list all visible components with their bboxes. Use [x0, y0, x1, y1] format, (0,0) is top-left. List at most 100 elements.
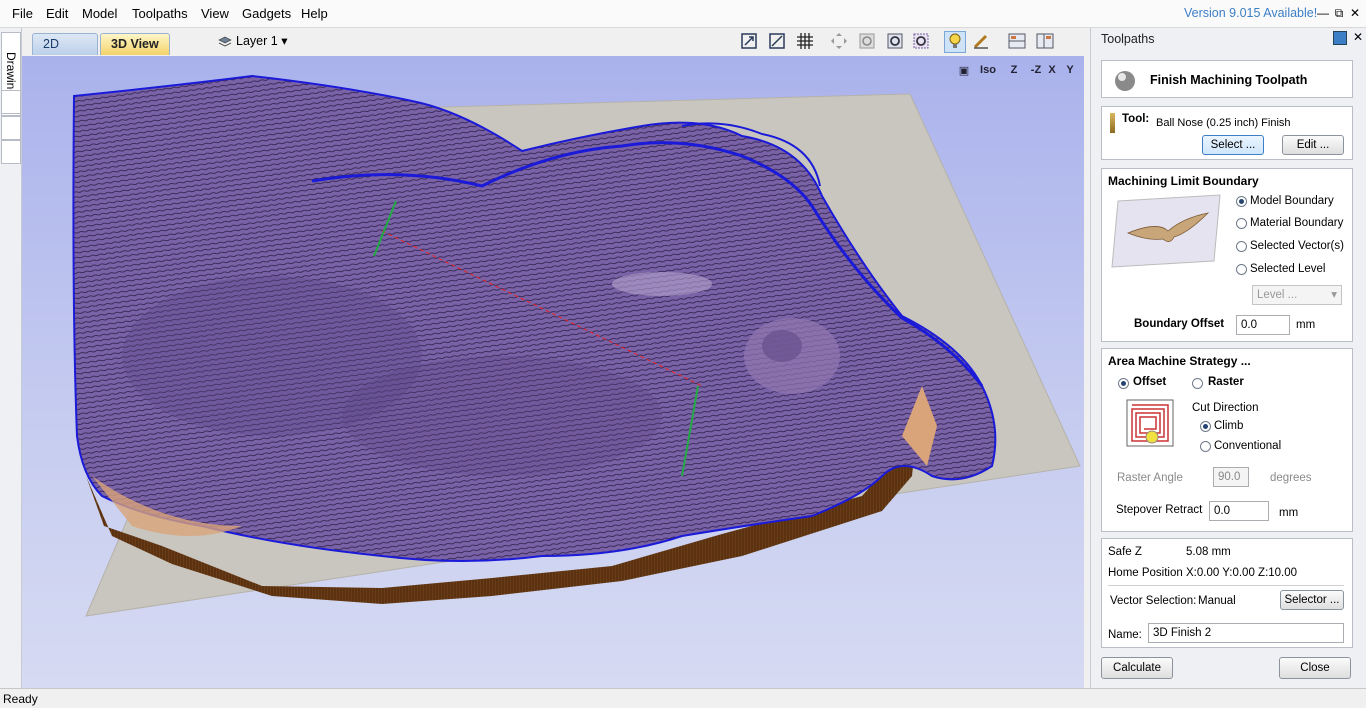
tab-2d-view[interactable]: 2D View — [32, 33, 98, 71]
model-boundary-label: Model Boundary — [1250, 195, 1334, 207]
tool-icon[interactable] — [970, 31, 992, 53]
chevron-down-icon: ▾ — [281, 34, 288, 48]
tool-bit-icon — [1110, 113, 1115, 133]
name-label: Name: — [1108, 629, 1142, 641]
pin-icon[interactable] — [1333, 31, 1347, 45]
menu-file[interactable]: File — [12, 6, 33, 21]
3d-scene — [72, 74, 1081, 617]
home-position-value: X:0.00 Y:0.00 Z:10.00 — [1186, 567, 1298, 579]
offset-label: Offset — [1133, 376, 1167, 388]
toolpath-name-input[interactable]: 3D Finish 2 — [1148, 623, 1344, 643]
safe-z-label: Safe Z — [1108, 546, 1142, 558]
close-panel-icon[interactable]: ✕ — [1353, 30, 1363, 44]
split-view-icon[interactable] — [1006, 31, 1028, 53]
light-icon[interactable] — [944, 31, 966, 53]
menu-help[interactable]: Help — [301, 6, 328, 21]
layer-dropdown[interactable]: Layer 1 ▾ — [218, 33, 287, 48]
panel-header: Toolpaths ✕ — [1091, 28, 1366, 52]
side-tab-stub[interactable] — [1, 140, 21, 164]
minimize-icon[interactable]: — — [1316, 5, 1330, 21]
cut-direction-label: Cut Direction — [1192, 402, 1259, 414]
zoom-box-icon[interactable] — [766, 31, 788, 53]
version-notice-link[interactable]: Version 9.015 Available! — [1184, 6, 1317, 20]
status-text: Ready — [3, 692, 38, 706]
menu-gadgets[interactable]: Gadgets — [242, 6, 291, 21]
y-view-icon[interactable]: Y — [1060, 64, 1080, 82]
raster-radio[interactable] — [1192, 378, 1203, 389]
menu-bar: File Edit Model Toolpaths View Gadgets H… — [0, 0, 1366, 28]
tool-label: Tool: — [1122, 113, 1150, 125]
chevron-down-icon: ▾ — [1331, 289, 1337, 301]
restore-icon[interactable]: ⧉ — [1332, 5, 1346, 21]
selector-button[interactable]: Selector ... — [1280, 590, 1344, 610]
tool-box: Tool: Ball Nose (0.25 inch) Finish Selec… — [1101, 106, 1353, 160]
iso-view-icon[interactable]: ▣ — [954, 64, 974, 82]
grid-icon[interactable] — [794, 31, 816, 53]
safe-z-value: 5.08 mm — [1186, 546, 1231, 558]
zoom-icon[interactable] — [856, 31, 878, 53]
offset-radio[interactable] — [1118, 378, 1129, 389]
panel-heading: Finish Machining Toolpath — [1150, 73, 1308, 87]
boundary-box: Machining Limit Boundary Model Boundary … — [1101, 168, 1353, 342]
tab-3d-view[interactable]: 3D View — [100, 33, 170, 55]
material-boundary-label: Material Boundary — [1250, 217, 1344, 229]
raster-angle-input[interactable]: 90.0 — [1213, 467, 1249, 487]
side-tab-stub[interactable] — [1, 116, 21, 140]
toolpath-heading-box: Finish Machining Toolpath — [1101, 60, 1353, 98]
edit-tool-button[interactable]: Edit ... — [1282, 135, 1344, 155]
selected-level-label: Selected Level — [1250, 263, 1326, 275]
select-tool-button[interactable]: Select ... — [1202, 135, 1264, 155]
pan-icon[interactable] — [828, 31, 850, 53]
climb-label: Climb — [1214, 420, 1244, 432]
layers-icon — [218, 36, 232, 47]
menu-view[interactable]: View — [201, 6, 229, 21]
level-placeholder: Level ... — [1257, 289, 1298, 301]
menu-model[interactable]: Model — [82, 6, 117, 21]
tool-value: Ball Nose (0.25 inch) Finish — [1156, 117, 1291, 129]
3d-viewport[interactable]: ▣ Iso Z -Z X Y — [22, 56, 1084, 688]
level-select[interactable]: Level ... ▾ — [1252, 285, 1342, 305]
boundary-offset-unit: mm — [1296, 319, 1316, 331]
climb-radio[interactable] — [1200, 421, 1211, 432]
info-box: Safe Z 5.08 mm Home Position X:0.00 Y:0.… — [1101, 538, 1353, 648]
x-view-icon[interactable]: X — [1042, 64, 1062, 82]
boundary-offset-input[interactable]: 0.0 — [1236, 315, 1290, 335]
zoom-in-icon[interactable] — [884, 31, 906, 53]
model-boundary-radio[interactable] — [1236, 196, 1247, 207]
selected-level-radio[interactable] — [1236, 264, 1247, 275]
layer-label: Layer 1 — [236, 34, 278, 48]
stepover-retract-input[interactable]: 0.0 — [1209, 501, 1269, 521]
calculate-button[interactable]: Calculate — [1101, 657, 1173, 679]
panel-icon[interactable] — [1034, 31, 1056, 53]
menu-toolpaths[interactable]: Toolpaths — [132, 6, 188, 21]
home-position-label: Home Position — [1108, 567, 1183, 579]
close-icon[interactable]: ✕ — [1348, 5, 1362, 21]
conventional-radio[interactable] — [1200, 441, 1211, 452]
eye-feature — [762, 330, 802, 362]
surface-shade — [342, 356, 662, 476]
menu-edit[interactable]: Edit — [46, 6, 68, 21]
stepover-retract-unit: mm — [1279, 507, 1299, 519]
toolpaths-panel: Toolpaths ✕ Finish Machining Toolpath To… — [1090, 28, 1366, 688]
vector-selection-label: Vector Selection: — [1110, 595, 1197, 607]
vector-selection-value: Manual — [1198, 595, 1236, 607]
boundary-offset-label: Boundary Offset — [1134, 318, 1225, 330]
close-button[interactable]: Close — [1279, 657, 1351, 679]
selected-vectors-label: Selected Vector(s) — [1250, 240, 1344, 252]
iso-axis-icon[interactable]: Iso — [978, 64, 998, 82]
offset-strategy-icon — [1126, 399, 1174, 447]
zoom-extents-icon[interactable] — [738, 31, 760, 53]
zoom-out-icon[interactable] — [910, 31, 932, 53]
status-bar: Ready — [0, 688, 1366, 708]
selected-vectors-radio[interactable] — [1236, 241, 1247, 252]
z-view-icon[interactable]: Z — [1004, 64, 1024, 82]
side-tab-stub[interactable] — [1, 90, 21, 114]
info-divider — [1108, 585, 1344, 586]
boundary-title: Machining Limit Boundary — [1108, 174, 1259, 188]
panel-title: Toolpaths — [1101, 32, 1155, 46]
stepover-retract-label: Stepover Retract — [1116, 504, 1203, 516]
material-boundary-radio[interactable] — [1236, 218, 1247, 229]
strategy-title: Area Machine Strategy ... — [1108, 354, 1251, 368]
strategy-box: Area Machine Strategy ... Offset Raster … — [1101, 348, 1353, 532]
raster-angle-label: Raster Angle — [1117, 472, 1183, 484]
